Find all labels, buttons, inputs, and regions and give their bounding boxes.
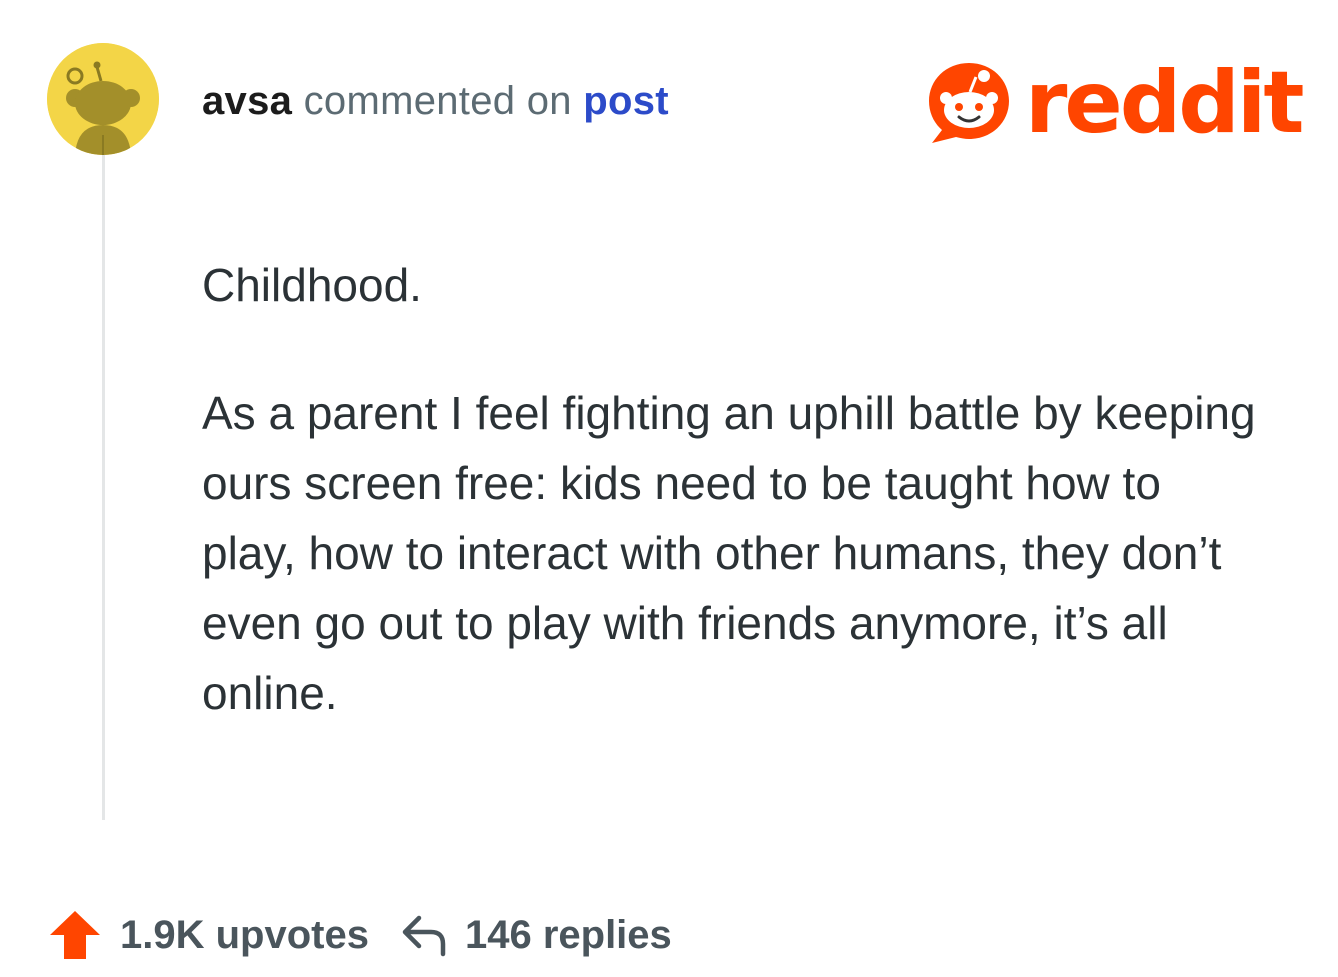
comment-paragraph: As a parent I feel fighting an uphill ba…	[202, 387, 1256, 719]
comment-meta: avsa commented on post	[202, 78, 669, 124]
upvote-count: 1.9K upvotes	[120, 912, 369, 957]
post-link[interactable]: post	[583, 79, 669, 123]
comment-footer: 1.9K upvotes 146 replies	[48, 905, 672, 965]
reply-arrow-icon[interactable]	[399, 912, 449, 958]
comment-body: Childhood. As a parent I feel fighting a…	[202, 250, 1262, 728]
reddit-wordmark: reddit	[1025, 52, 1304, 153]
reddit-logo: reddit	[922, 52, 1304, 153]
avatar[interactable]	[47, 43, 159, 155]
comment-action-text: commented on	[303, 79, 572, 123]
snoo-avatar-icon	[47, 43, 159, 155]
comment-paragraph: Childhood.	[202, 259, 422, 311]
upvote-arrow-icon[interactable]	[48, 909, 102, 961]
reply-count[interactable]: 146 replies	[465, 913, 672, 958]
thread-line	[102, 155, 105, 820]
reddit-snoo-icon	[929, 63, 1009, 143]
username-link[interactable]: avsa	[202, 79, 292, 123]
